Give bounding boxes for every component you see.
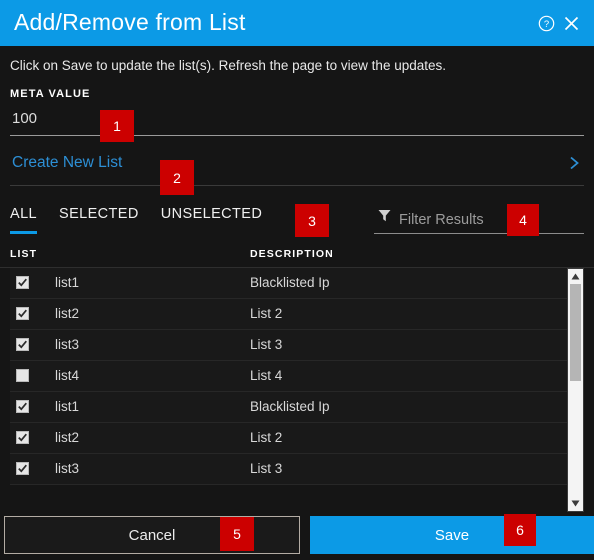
row-checkbox-cell [10, 307, 55, 321]
row-checkbox-cell [10, 431, 55, 445]
row-list-name: list4 [55, 368, 80, 384]
annotation-badge-2: 2 [160, 160, 194, 195]
table-rows: list1 Blacklisted Ip list2 List 2 list3 List … [10, 267, 567, 512]
save-button[interactable]: Save [310, 516, 594, 554]
table-row[interactable]: list3 List 3 [10, 453, 567, 485]
tabs-group: ALL SELECTED UNSELECTED [10, 206, 263, 234]
annotation-badge-1: 1 [100, 110, 134, 142]
table-row[interactable]: list4 List 4 [10, 360, 567, 392]
row-checkbox[interactable] [16, 369, 29, 383]
row-checkbox[interactable] [16, 276, 29, 290]
funnel-icon [378, 209, 391, 227]
row-list-name: list3 [55, 337, 80, 353]
tab-selected[interactable]: SELECTED [59, 206, 139, 234]
scrollbar-track[interactable] [568, 283, 583, 496]
dialog-titlebar: Add/Remove from List ? [0, 0, 594, 46]
row-description: List 3 [250, 337, 283, 353]
annotation-badge-6: 6 [504, 514, 536, 546]
table-row[interactable]: list1 Blacklisted Ip [10, 391, 567, 423]
cancel-button[interactable]: Cancel [4, 516, 300, 554]
add-remove-from-list-dialog: Add/Remove from List ? Click on Save to … [0, 0, 594, 560]
svg-text:?: ? [543, 19, 548, 30]
row-list-name: list2 [55, 430, 80, 446]
table-row[interactable]: list2 List 2 [10, 422, 567, 454]
row-checkbox[interactable] [16, 338, 29, 352]
close-icon[interactable] [560, 12, 582, 34]
table-row[interactable]: list1 Blacklisted Ip [10, 267, 567, 299]
scrollbar-thumb[interactable] [570, 283, 581, 382]
table-row[interactable]: list2 List 2 [10, 298, 567, 330]
filter-results-field [374, 209, 586, 234]
row-list-name: list2 [55, 306, 80, 322]
row-checkbox[interactable] [16, 462, 29, 476]
triangle-down-icon[interactable] [568, 496, 583, 511]
list-scrollbar[interactable] [567, 267, 584, 512]
row-checkbox-cell [10, 338, 55, 352]
row-checkbox-cell [10, 276, 55, 290]
row-description: Blacklisted Ip [250, 399, 330, 415]
tab-unselected[interactable]: UNSELECTED [161, 206, 263, 234]
row-checkbox-cell [10, 369, 55, 383]
help-circle-icon[interactable]: ? [535, 12, 557, 34]
row-checkbox-cell [10, 462, 55, 476]
page-title: Add/Remove from List [14, 8, 246, 35]
titlebar-actions: ? [535, 12, 582, 34]
annotation-badge-5: 5 [220, 517, 254, 551]
row-list-name: list3 [55, 461, 80, 477]
row-description: List 3 [250, 461, 283, 477]
row-list-name: list1 [55, 399, 80, 415]
row-description: List 2 [250, 430, 283, 446]
chevron-right-icon [566, 155, 582, 171]
create-new-list-label: Create New List [12, 153, 123, 171]
filter-input[interactable] [399, 211, 586, 229]
column-header-description: DESCRIPTION [250, 247, 334, 260]
annotation-badge-3: 3 [295, 204, 329, 237]
meta-value-input[interactable] [10, 109, 584, 129]
row-description: List 2 [250, 306, 283, 322]
instruction-text: Click on Save to update the list(s). Ref… [10, 58, 446, 73]
meta-value-input-wrap [10, 109, 584, 136]
meta-value-label: META VALUE [10, 87, 91, 100]
annotation-badge-4: 4 [507, 204, 539, 236]
meta-value-field: META VALUE [0, 75, 594, 136]
row-description: Blacklisted Ip [250, 275, 330, 291]
table-body: list1 Blacklisted Ip list2 List 2 list3 List … [10, 267, 584, 512]
column-header-list: LIST [10, 247, 38, 260]
row-list-name: list1 [55, 275, 80, 291]
table-row[interactable]: list3 List 3 [10, 329, 567, 361]
row-checkbox[interactable] [16, 307, 29, 321]
row-checkbox[interactable] [16, 400, 29, 414]
row-checkbox[interactable] [16, 431, 29, 445]
table-header-row: LIST DESCRIPTION [0, 234, 594, 268]
tab-all[interactable]: ALL [10, 206, 37, 234]
row-description: List 4 [250, 368, 283, 384]
triangle-up-icon[interactable] [568, 269, 583, 284]
create-new-list-link[interactable]: Create New List [10, 136, 584, 186]
row-checkbox-cell [10, 400, 55, 414]
